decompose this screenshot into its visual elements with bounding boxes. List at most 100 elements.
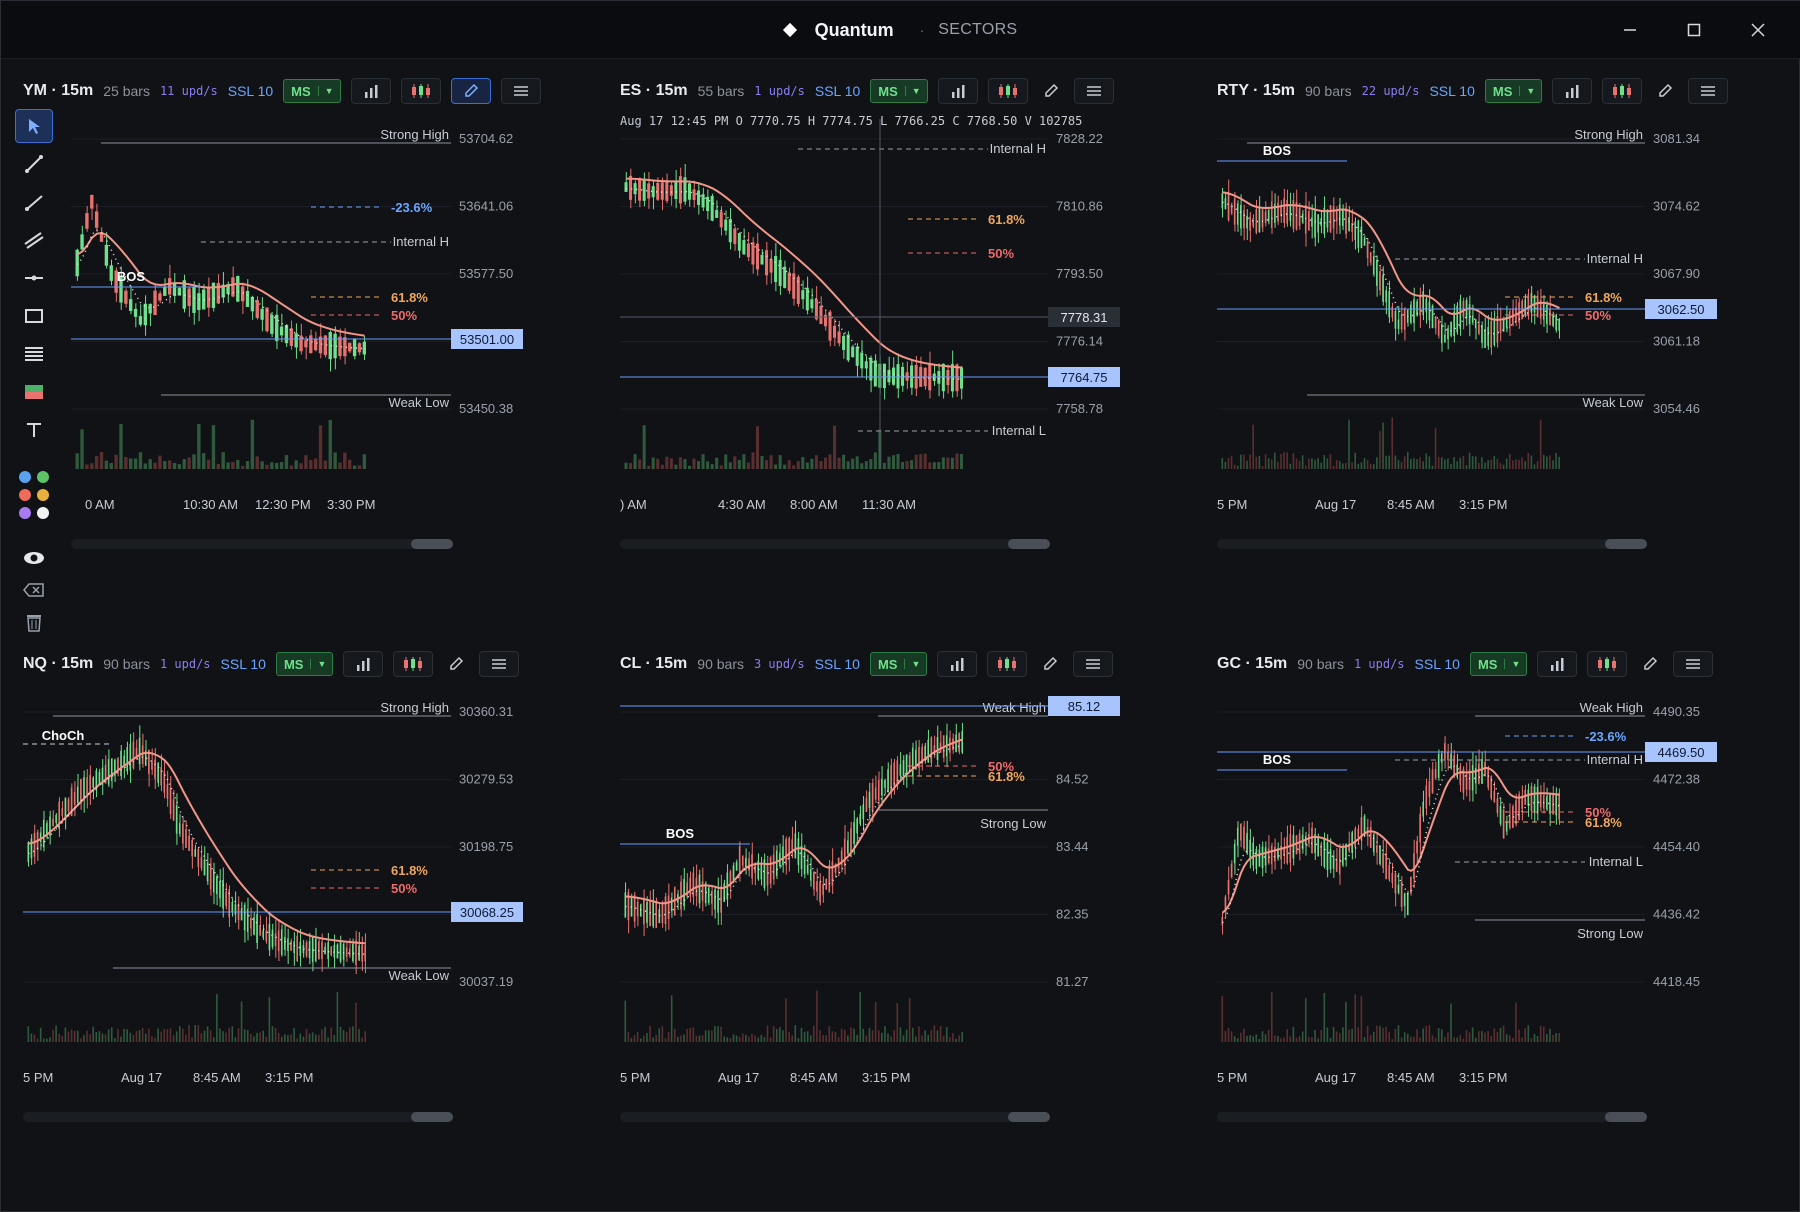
volume-bars-icon[interactable] [937, 78, 978, 104]
trash-icon[interactable] [15, 605, 53, 639]
eraser-icon[interactable] [15, 573, 53, 607]
candle-body [245, 291, 250, 307]
text-icon[interactable] [15, 413, 53, 447]
ssl-setting[interactable]: SSL 10 [1415, 656, 1460, 672]
ssl-setting[interactable]: SSL 10 [815, 656, 860, 672]
candlestick-icon[interactable] [1587, 651, 1628, 677]
menu-icon[interactable] [500, 78, 541, 104]
rectangle-icon[interactable] [15, 299, 53, 333]
pencil-icon[interactable] [1652, 78, 1678, 104]
ms-dropdown[interactable]: MS ▼ [869, 652, 928, 676]
candle-body [667, 895, 670, 919]
horizontal-scrollbar[interactable] [620, 1112, 1050, 1122]
scrollbar-thumb[interactable] [1605, 1112, 1647, 1122]
candle-body [1320, 218, 1322, 226]
maximize-icon[interactable] [1679, 15, 1709, 45]
color-swatch-purple[interactable] [19, 507, 31, 519]
color-swatch-red[interactable] [19, 489, 31, 501]
horizontal-scrollbar[interactable] [620, 539, 1050, 549]
position-icon[interactable] [15, 375, 53, 409]
fib-lines-icon[interactable] [15, 337, 53, 371]
candlestick-icon[interactable] [987, 651, 1028, 677]
horizontal-scrollbar[interactable] [1217, 539, 1647, 549]
close-icon[interactable] [1743, 15, 1773, 45]
color-swatch-white[interactable] [37, 507, 49, 519]
volume-bar [222, 1031, 224, 1042]
price-chart[interactable]: 3081.34 3074.62 3067.90 3061.18 3054.46 Stron… [1195, 109, 1790, 639]
volume-bars-icon[interactable] [1552, 78, 1593, 104]
volume-bars-icon[interactable] [937, 651, 978, 677]
candlestick-icon[interactable] [1602, 78, 1643, 104]
menu-icon[interactable] [479, 651, 520, 677]
price-chart[interactable]: 7828.22 7810.86 7793.50 7776.14 7758.78 Inter… [598, 109, 1193, 639]
volume-bars-icon[interactable] [350, 78, 391, 104]
title-bar[interactable]: Quantum · SECTORS [1, 1, 1800, 59]
symbol-timeframe[interactable]: ES · 15m [620, 82, 688, 100]
horizontal-scrollbar[interactable] [1217, 1112, 1647, 1122]
volume-bar [1335, 1031, 1338, 1042]
ssl-setting[interactable]: SSL 10 [1429, 83, 1474, 99]
volume-bars-icon[interactable] [343, 651, 384, 677]
ssl-setting[interactable]: SSL 10 [221, 656, 266, 672]
ray-icon[interactable] [15, 185, 53, 219]
price-chart[interactable]: 30360.3130279.5330198.7530117.9730037.19… [1, 682, 596, 1212]
trendline-icon[interactable] [15, 147, 53, 181]
chart-panel-cl[interactable]: CL · 15m90 bars3 upd/sSSL 10MS▼85.6084.5… [598, 646, 1193, 1212]
menu-icon[interactable] [1673, 651, 1714, 677]
price-axis-label: 83.44 [1056, 839, 1089, 854]
menu-icon[interactable] [1073, 78, 1114, 104]
ms-dropdown[interactable]: MS ▼ [283, 79, 341, 103]
candlestick-icon[interactable] [393, 651, 434, 677]
eye-icon[interactable] [15, 541, 53, 575]
price-chart[interactable]: 85.6084.5283.4482.3581.27Weak HighStrong… [598, 682, 1193, 1212]
candle-body [714, 889, 716, 910]
scrollbar-thumb[interactable] [411, 1112, 453, 1122]
scrollbar-thumb[interactable] [1008, 1112, 1050, 1122]
volume-bars-icon[interactable] [1537, 651, 1578, 677]
ssl-setting[interactable]: SSL 10 [815, 83, 860, 99]
pencil-icon[interactable] [443, 651, 469, 677]
ssl-setting[interactable]: SSL 10 [228, 83, 273, 99]
color-swatch-green[interactable] [37, 471, 49, 483]
ms-dropdown[interactable]: MS ▼ [1469, 652, 1528, 676]
color-swatch-orange[interactable] [37, 489, 49, 501]
symbol-timeframe[interactable]: CL · 15m [620, 655, 687, 673]
chart-panel-ym[interactable]: YM · 15m 25 bars 11 upd/s SSL 10 MS ▼ 53704.62… [1, 73, 596, 643]
symbol-timeframe[interactable]: GC · 15m [1217, 655, 1287, 673]
cursor-icon[interactable] [15, 109, 53, 143]
price-chart[interactable]: 53704.6253641.0653577.5053513.9453450.38… [1, 109, 596, 639]
menu-icon[interactable] [1073, 651, 1114, 677]
pencil-icon[interactable] [1038, 78, 1064, 104]
chart-panel-es[interactable]: ES · 15m 55 bars 1 upd/s SSL 10 MS ▼ 7828.22 78… [598, 73, 1193, 643]
chart-panel-rty[interactable]: RTY · 15m 90 bars 22 upd/s SSL 10 MS ▼ 3081.34… [1195, 73, 1790, 643]
pencil-icon[interactable] [1637, 651, 1663, 677]
color-swatch-blue[interactable] [19, 471, 31, 483]
candlestick-icon[interactable] [400, 78, 441, 104]
horizontal-line-icon[interactable] [15, 261, 53, 295]
ms-dropdown[interactable]: MS ▼ [1484, 79, 1543, 103]
chart-panel-nq[interactable]: NQ · 15m 90 bars 1 upd/s SSL 10 MS ▼ 30360.31 3… [1, 646, 596, 1212]
scrollbar-thumb[interactable] [1008, 539, 1050, 549]
menu-icon[interactable] [1688, 78, 1729, 104]
volume-bar [279, 462, 284, 469]
pencil-icon[interactable] [1037, 651, 1063, 677]
pencil-icon[interactable] [450, 78, 491, 104]
parallel-channel-icon[interactable] [15, 223, 53, 257]
horizontal-scrollbar[interactable] [23, 1112, 453, 1122]
symbol-timeframe[interactable]: NQ · 15m [23, 655, 93, 673]
candle-body [887, 769, 889, 793]
price-chart[interactable]: 4490.35 4472.38 4454.40 4436.42 4418.45 Weak … [1195, 682, 1790, 1212]
scrollbar-thumb[interactable] [411, 539, 453, 549]
scrollbar-thumb[interactable] [1605, 539, 1647, 549]
symbol-timeframe[interactable]: RTY · 15m [1217, 82, 1295, 100]
candle-body [822, 884, 824, 895]
chart-panel-gc[interactable]: GC · 15m 90 bars 1 upd/s SSL 10 MS ▼ 4490.35 44… [1195, 646, 1790, 1212]
ms-dropdown[interactable]: MS ▼ [870, 79, 928, 103]
minimize-icon[interactable] [1615, 15, 1645, 45]
candlestick-icon[interactable] [987, 78, 1028, 104]
volume-bar [1308, 458, 1310, 469]
candle-body [52, 818, 54, 827]
ms-dropdown[interactable]: MS ▼ [275, 652, 334, 676]
horizontal-scrollbar[interactable] [71, 539, 453, 549]
symbol-timeframe[interactable]: YM · 15m [23, 82, 93, 100]
